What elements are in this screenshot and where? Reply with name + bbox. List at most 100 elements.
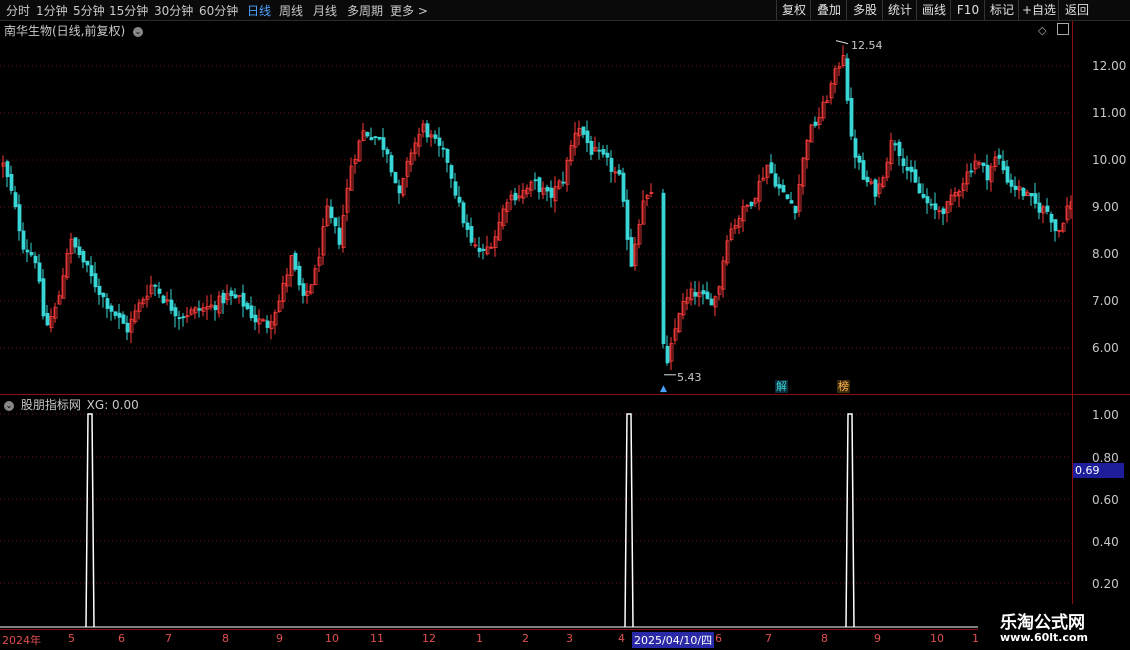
- statistics-button[interactable]: 统计: [882, 0, 917, 20]
- candle-body: [701, 290, 706, 295]
- candle-body: [661, 192, 666, 344]
- x-tick: 2: [522, 632, 529, 645]
- multi-stock-button[interactable]: 多股: [846, 0, 883, 20]
- back-button[interactable]: 返回: [1058, 0, 1095, 20]
- chevron-down-icon[interactable]: ⌄: [133, 26, 144, 37]
- candle-body: [813, 121, 818, 126]
- candle-body: [425, 123, 430, 138]
- candle-body: [297, 265, 302, 286]
- candle-body: [601, 149, 606, 155]
- period-5min[interactable]: 5分钟: [73, 2, 105, 19]
- cursor-value-label: 0.69: [1073, 463, 1124, 478]
- candle-body: [533, 179, 538, 182]
- mark-button[interactable]: 标记: [984, 0, 1019, 20]
- ind-y-tick: 1.00: [1092, 408, 1119, 422]
- candle-body: [109, 305, 114, 312]
- candle-body: [893, 143, 898, 146]
- right-info-strip: [1122, 398, 1130, 626]
- x-tick: 1: [476, 632, 483, 645]
- y-tick: 6.00: [1092, 341, 1119, 355]
- chevron-down-icon[interactable]: ⌄: [4, 400, 14, 411]
- top-toolbar: 分时 1分钟 5分钟 15分钟 30分钟 60分钟 日线 周线 月线 多周期 更…: [0, 0, 1130, 21]
- indicator-chart[interactable]: [0, 395, 1072, 629]
- add-watchlist-button[interactable]: +自选: [1018, 0, 1059, 20]
- candle-body: [169, 299, 174, 311]
- candle-body: [229, 290, 234, 297]
- period-fenshi[interactable]: 分时: [6, 2, 30, 19]
- candle-body: [105, 298, 110, 309]
- x-tick: 2024年: [2, 634, 41, 647]
- y-tick: 9.00: [1092, 200, 1119, 214]
- candle-body: [221, 292, 226, 304]
- draw-line-button[interactable]: 画线: [916, 0, 951, 20]
- period-daily[interactable]: 日线: [247, 2, 271, 19]
- candle-body: [233, 294, 238, 299]
- candle-body: [773, 173, 778, 187]
- candle-body: [581, 126, 586, 135]
- period-60min[interactable]: 60分钟: [199, 2, 238, 19]
- x-tick: 6: [715, 632, 722, 645]
- period-more[interactable]: 更多 >: [390, 2, 428, 19]
- candle-body: [329, 206, 334, 219]
- candle-body: [253, 314, 258, 323]
- x-tick: 7: [765, 632, 772, 645]
- high-pointer: [835, 40, 849, 45]
- candle-body: [789, 200, 794, 204]
- candle-body: [93, 273, 98, 288]
- candle-body: [693, 292, 698, 297]
- candle-body: [365, 132, 370, 137]
- signal-bang-badge[interactable]: 榜: [837, 380, 850, 393]
- candle-body: [905, 167, 910, 171]
- candle-body: [389, 155, 394, 173]
- period-30min[interactable]: 30分钟: [154, 2, 193, 19]
- y-tick: 8.00: [1092, 247, 1119, 261]
- candle-body: [17, 204, 22, 232]
- candle-body: [853, 138, 858, 158]
- candle-body: [397, 185, 402, 194]
- candle-body: [113, 311, 118, 316]
- signal-pulse: [845, 413, 855, 628]
- candle-body: [481, 248, 486, 251]
- candle-body: [561, 181, 566, 184]
- period-multi[interactable]: 多周期: [347, 2, 383, 19]
- x-tick: 5: [68, 632, 75, 645]
- candle-body: [45, 313, 50, 326]
- period-1min[interactable]: 1分钟: [36, 2, 68, 19]
- candle-body: [585, 130, 590, 143]
- period-monthly[interactable]: 月线: [313, 2, 337, 19]
- axis-separator: [1072, 21, 1073, 629]
- f10-button[interactable]: F10: [950, 0, 985, 20]
- candle-body: [897, 141, 902, 156]
- signal-pulse: [85, 413, 95, 628]
- period-15min[interactable]: 15分钟: [109, 2, 148, 19]
- candle-body: [921, 194, 926, 198]
- period-weekly[interactable]: 周线: [279, 2, 303, 19]
- candle-body: [457, 196, 462, 203]
- candle-body: [605, 152, 610, 158]
- candle-body: [793, 205, 798, 214]
- candle-body: [445, 149, 450, 163]
- window-toggle-icon[interactable]: [1057, 23, 1069, 35]
- candle-body: [97, 285, 102, 295]
- candle-body: [33, 255, 38, 264]
- candle-body: [245, 303, 250, 310]
- adjust-button[interactable]: 复权: [776, 0, 811, 20]
- candle-body: [981, 162, 986, 166]
- candle-body: [385, 149, 390, 155]
- candle-body: [477, 247, 482, 252]
- low-price-label: 5.43: [677, 371, 702, 384]
- candle-body: [437, 137, 442, 146]
- candle-body: [265, 320, 270, 328]
- candle-body: [537, 177, 542, 193]
- x-tick: 6: [118, 632, 125, 645]
- candle-body: [25, 249, 30, 253]
- signal-jie-badge[interactable]: 解: [775, 380, 788, 393]
- candle-body: [901, 158, 906, 167]
- diamond-icon[interactable]: ◇: [1038, 24, 1046, 37]
- overlay-button[interactable]: 叠加: [810, 0, 847, 20]
- candle-body: [197, 308, 202, 311]
- x-tick: 9: [874, 632, 881, 645]
- candle-body: [625, 199, 630, 240]
- candlestick-chart[interactable]: [0, 21, 1072, 394]
- y-tick: 7.00: [1092, 294, 1119, 308]
